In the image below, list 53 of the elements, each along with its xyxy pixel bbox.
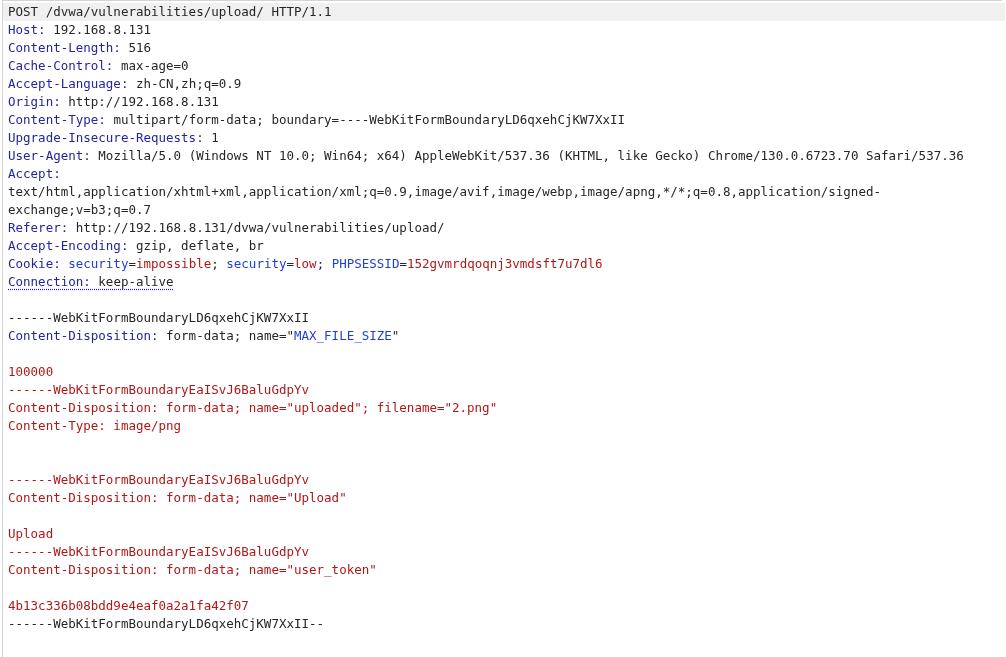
request-editor[interactable] <box>2 0 1002 657</box>
request-text: ; <box>316 255 326 273</box>
parameter-value: Upload <box>8 525 54 543</box>
parameter-name: security <box>67 255 129 273</box>
request-text: = <box>399 255 407 273</box>
request-text: zh-CN,zh;q=0.9 <box>134 75 242 93</box>
header-name: User-Agent: <box>8 147 91 165</box>
request-text: = <box>286 255 295 273</box>
request-text: http://192.168.8.131 <box>67 93 219 111</box>
request-text: gzip, deflate, br <box>134 237 264 255</box>
request-text: multipart/form-data; boundary=----WebKitFormBoundaryLD6qxehCjKW7XxII <box>112 111 626 129</box>
parameter-value: Content-Disposition: form-data; name="uploaded"; filename="2.png" <box>8 399 498 417</box>
request-text: http://192.168.8.131/dvwa/vulnerabilities/upload/ <box>74 219 445 237</box>
parameter-value: ------WebKitFormBoundaryEaISvJ6BaluGdpYv <box>8 381 310 399</box>
parameter-value: impossible <box>135 255 212 273</box>
parameter-value: 100000 <box>8 363 54 381</box>
request-text: POST /dvwa/vulnerabilities/upload/ HTTP/1.1 <box>8 3 332 21</box>
request-text: form-data; name=" <box>165 327 294 345</box>
parameter-value: ------WebKitFormBoundaryEaISvJ6BaluGdpYv <box>8 471 310 489</box>
request-text: = <box>128 255 136 273</box>
header-name: Accept-Encoding: <box>8 237 129 255</box>
request-text: 1 <box>210 129 219 147</box>
request-text: 192.168.8.131 <box>52 21 151 39</box>
request-text: max-age=0 <box>119 57 189 75</box>
parameter-value: Content-Disposition: form-data; name="Upload" <box>8 489 347 507</box>
parameter-name: MAX_FILE_SIZE <box>294 327 392 345</box>
header-name: Content-Length: <box>8 39 121 57</box>
request-text: ------WebKitFormBoundaryLD6qxehCjKW7XxII-- <box>8 615 325 633</box>
parameter-value: ------WebKitFormBoundaryEaISvJ6BaluGdpYv <box>8 543 310 561</box>
header-name: Content-Disposition: <box>8 327 159 345</box>
parameter-value: Content-Type: image/png <box>8 417 182 435</box>
parameter-value: low <box>294 255 317 273</box>
header-name: Host: <box>8 21 46 39</box>
parameter-value: 152gvmrdqoqnj3vmdsft7u7dl6 <box>406 255 603 273</box>
request-text: " <box>391 327 400 345</box>
request-text: Mozilla/5.0 (Windows NT 10.0; Win64; x64) AppleWebKit/537.36 (KHTML, like Gecko) Chrome/130.0.6723.70 Safari/537.36 <box>97 147 964 165</box>
header-name: Upgrade-Insecure-Requests: <box>8 129 204 147</box>
header-name: Connection: <box>8 273 91 291</box>
parameter-name: PHPSESSID <box>331 255 400 273</box>
request-text: 516 <box>127 39 151 57</box>
header-name: Cache-Control: <box>8 57 114 75</box>
request-text: keep-alive <box>97 273 174 291</box>
parameter-value: 4b13c336b08bdd9e4eaf0a2a1fa42f07 <box>8 597 249 615</box>
header-name: Origin: <box>8 93 61 111</box>
header-name: Accept-Language: <box>8 75 129 93</box>
request-text: ; <box>211 255 220 273</box>
header-name: Cookie: <box>8 255 61 273</box>
header-name: Accept: <box>8 165 62 183</box>
header-name: Referer: <box>8 219 69 237</box>
header-name: Content-Type: <box>8 111 106 129</box>
parameter-value: Content-Disposition: form-data; name="user_token" <box>8 561 377 579</box>
parameter-name: security <box>226 255 287 273</box>
request-text: ------WebKitFormBoundaryLD6qxehCjKW7XxII <box>8 309 310 327</box>
